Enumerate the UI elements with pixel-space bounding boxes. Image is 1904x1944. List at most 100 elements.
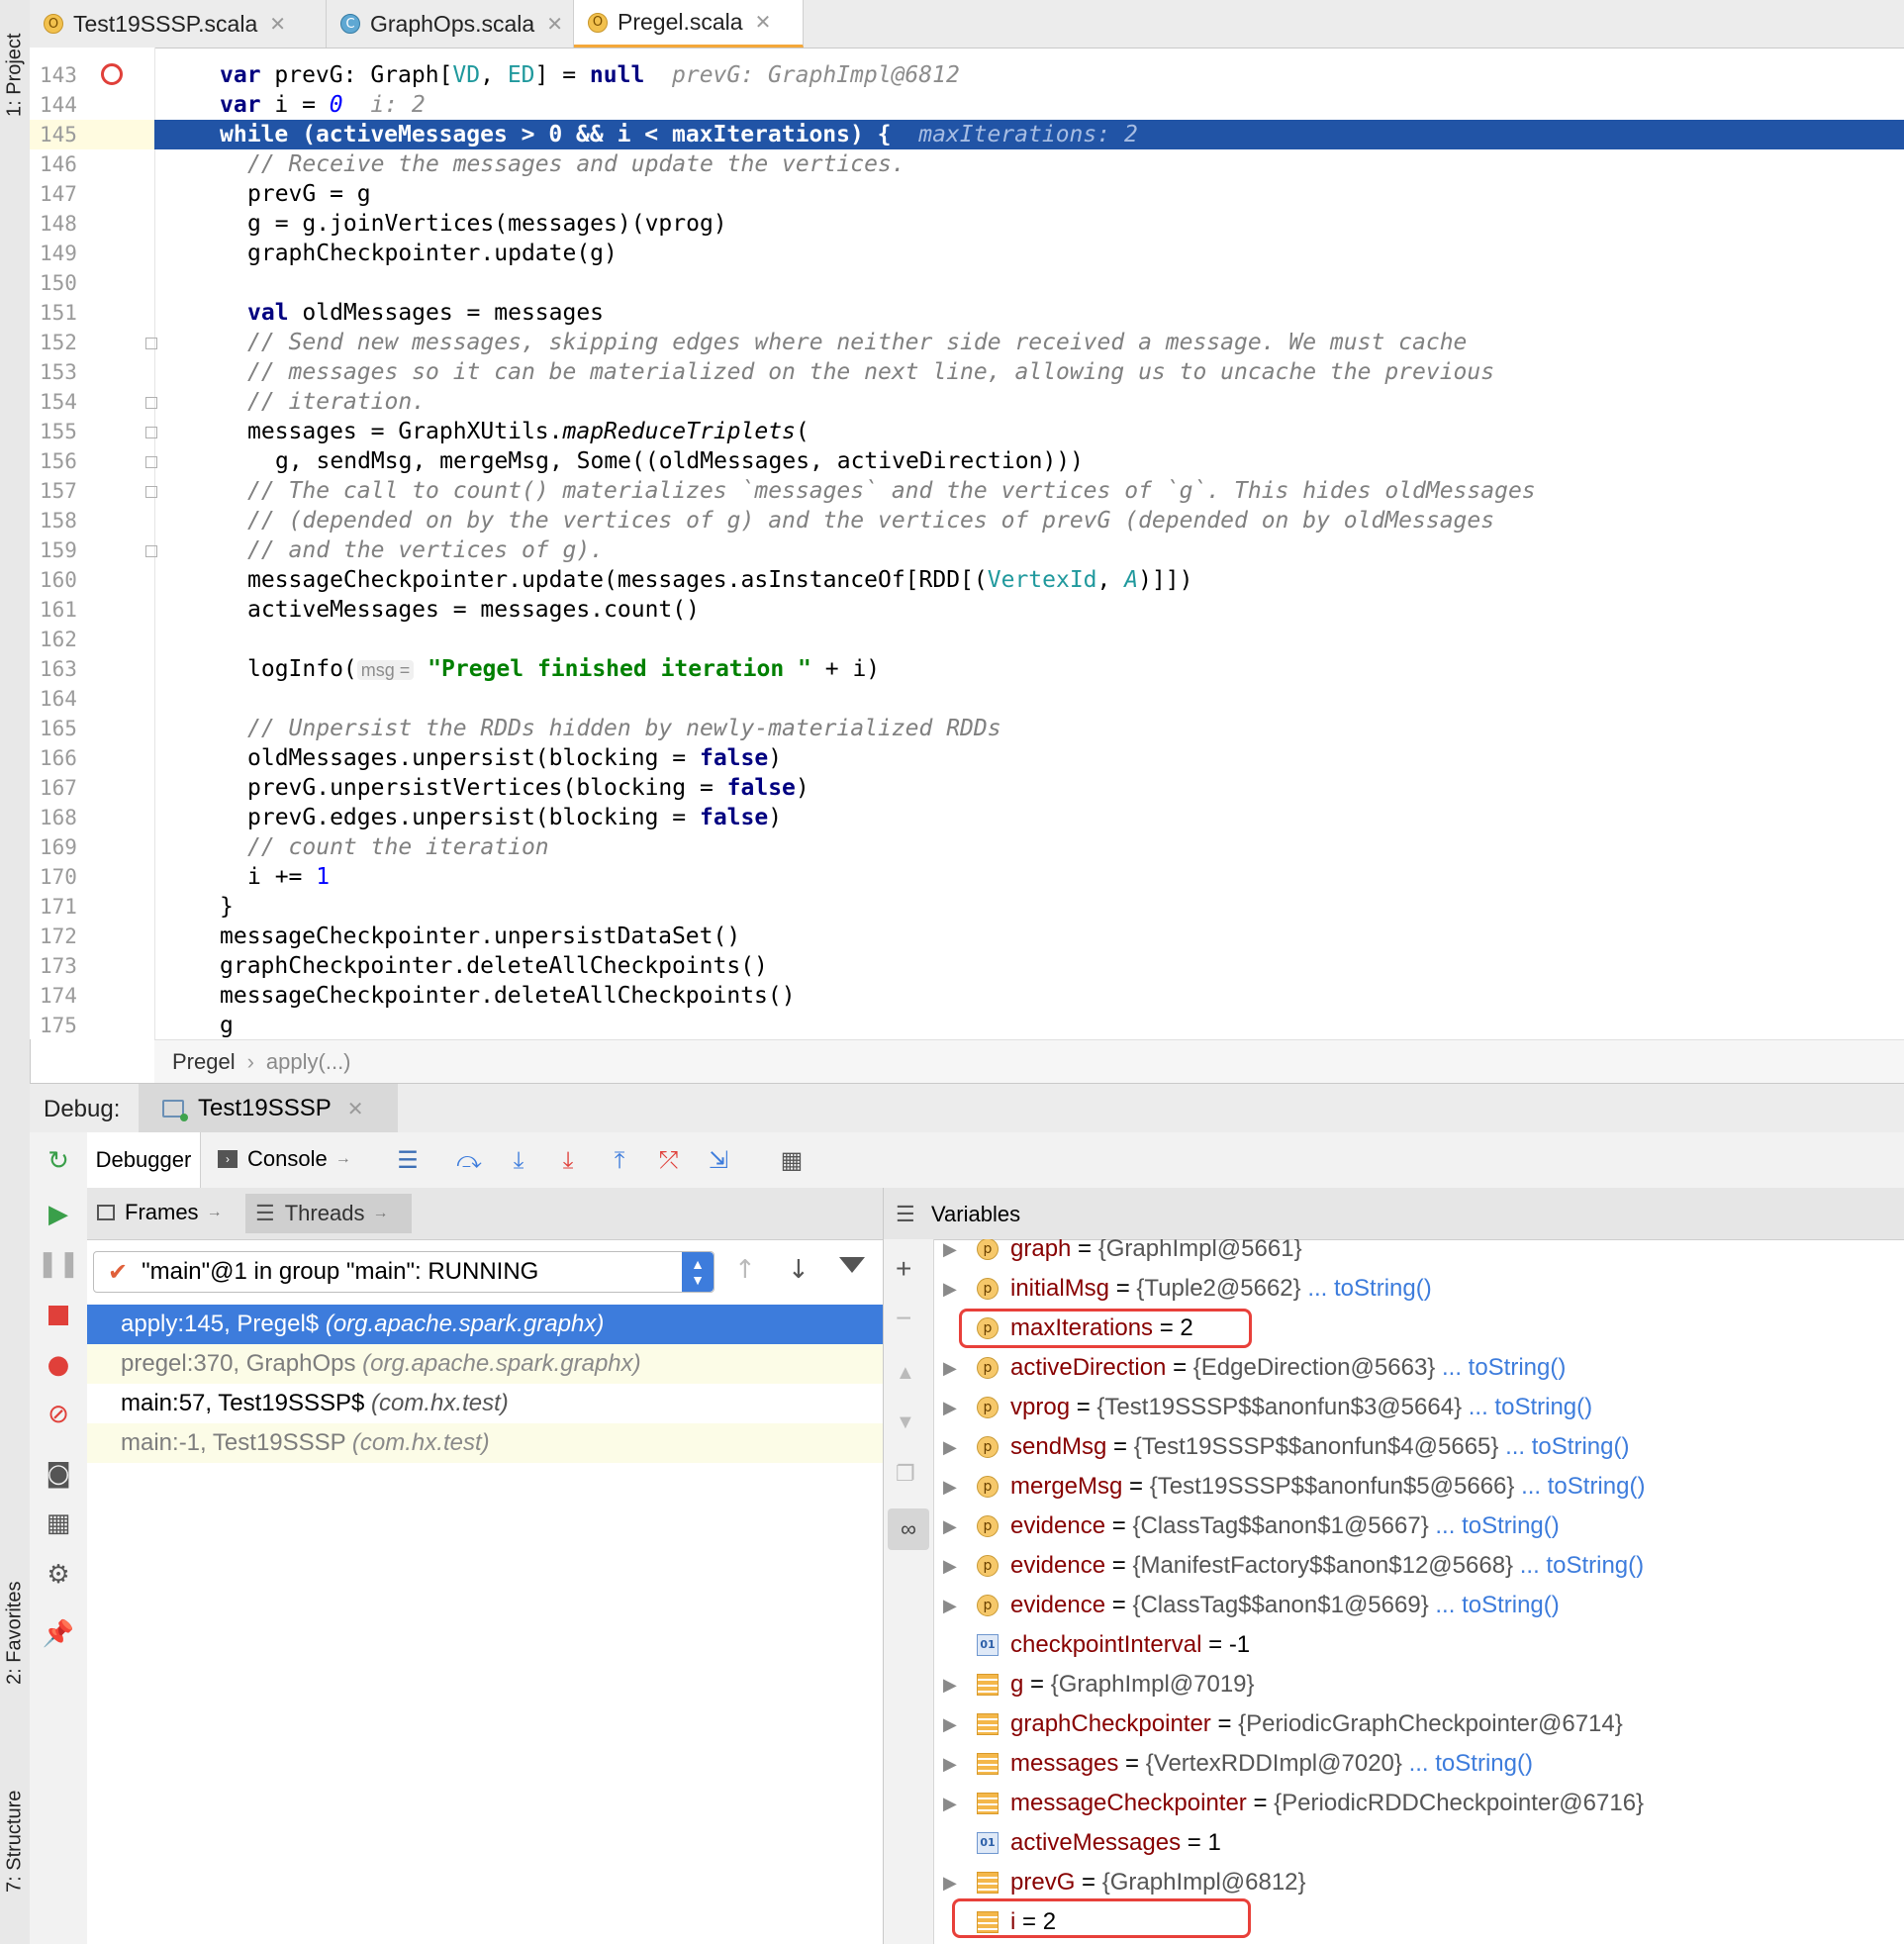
line-number: 144 (40, 93, 77, 117)
line-number: 156 (40, 449, 77, 473)
scala-class-icon: C (340, 14, 360, 34)
expand-arrow-icon[interactable]: ▶ (943, 1348, 957, 1388)
expand-arrow-icon[interactable]: ▶ (943, 1665, 957, 1704)
expand-arrow-icon[interactable]: ▶ (943, 1388, 957, 1427)
close-icon[interactable]: ✕ (269, 12, 286, 37)
evaluate-expression-icon[interactable]: ▦ (776, 1144, 808, 1176)
tostring-link[interactable]: ... toString() (1435, 1512, 1559, 1539)
tab-debugger[interactable]: Debugger (87, 1132, 201, 1188)
field-icon (977, 1753, 999, 1775)
field-icon (977, 1872, 999, 1894)
tab-test19sssp[interactable]: O Test19SSSP.scala ✕ (30, 0, 327, 48)
tab-label: GraphOps.scala (370, 10, 535, 37)
variable-value: 1 (1207, 1829, 1221, 1856)
force-step-into-icon[interactable]: ⤓ (552, 1144, 584, 1176)
variable-value: {ClassTag$$anon$1@5669} (1132, 1592, 1429, 1618)
expand-arrow-icon[interactable]: ▶ (943, 1427, 957, 1467)
code-line-151: val oldMessages = messages (247, 300, 605, 326)
drop-frame-icon[interactable]: ⤱ (653, 1144, 685, 1176)
close-icon[interactable]: ✕ (755, 10, 772, 35)
breakpoint-icon[interactable] (101, 63, 123, 85)
code-line-172: messageCheckpointer.unpersistDataSet() (220, 923, 741, 949)
variable-value: {EdgeDirection@5663} (1192, 1354, 1436, 1381)
line-number: 145 (40, 123, 77, 146)
variable-value: {ManifestFactory$$anon$12@5668} (1132, 1552, 1514, 1579)
tab-frames[interactable]: Frames → (97, 1200, 223, 1225)
expand-arrow-icon[interactable]: ▶ (943, 1744, 957, 1784)
fold-marker-icon[interactable] (145, 456, 157, 468)
code-line-175: g (220, 1013, 234, 1038)
variable-value: {GraphImpl@7019} (1050, 1671, 1255, 1698)
line-number: 165 (40, 717, 77, 740)
expand-arrow-icon[interactable]: ▶ (943, 1269, 957, 1309)
expand-arrow-icon[interactable]: ▶ (943, 1704, 957, 1744)
tab-label: Frames (125, 1200, 199, 1224)
variable-value: {GraphImpl@6812} (1101, 1869, 1306, 1895)
line-number: 162 (40, 628, 77, 651)
breadcrumb-item[interactable]: apply(...) (266, 1049, 351, 1075)
tab-console[interactable]: › Console → (218, 1146, 351, 1172)
expand-arrow-icon[interactable]: ▶ (943, 1507, 957, 1546)
variable-name: evidence (1010, 1552, 1106, 1579)
variable-value: {PeriodicGraphCheckpointer@6714} (1238, 1710, 1623, 1737)
inline-value-hint: i: 2 (370, 92, 426, 118)
close-icon[interactable]: ✕ (546, 12, 563, 37)
code-line-153: // messages so it can be materialized on… (247, 359, 1495, 385)
line-number: 161 (40, 598, 77, 622)
variable-value: {GraphImpl@5661} (1097, 1235, 1302, 1262)
tostring-link[interactable]: ... toString() (1505, 1433, 1629, 1460)
line-number: 143 (40, 63, 77, 87)
frames-threads-tabs: Frames → ☰ Threads → (87, 1188, 883, 1240)
line-number: 168 (40, 806, 77, 829)
variable-name: evidence (1010, 1592, 1106, 1618)
tab-graphops[interactable]: C GraphOps.scala ✕ (327, 0, 574, 48)
expand-arrow-icon[interactable]: ▶ (943, 1863, 957, 1902)
line-number: 154 (40, 390, 77, 414)
close-icon[interactable]: ✕ (347, 1097, 364, 1121)
variables-header: ☰ Variables (884, 1188, 1904, 1240)
debug-session-tab[interactable]: Test19SSSP ✕ (139, 1084, 398, 1133)
tostring-link[interactable]: ... toString() (1469, 1394, 1592, 1420)
tab-threads[interactable]: ☰ Threads → (245, 1194, 412, 1233)
step-into-icon[interactable]: ⤓ (503, 1144, 534, 1176)
fold-marker-icon[interactable] (145, 545, 157, 557)
project-tool-button[interactable]: 1: Project (0, 6, 30, 145)
step-over-icon[interactable]: ⤼ (453, 1144, 485, 1176)
code-line-149: graphCheckpointer.update(g) (247, 241, 618, 266)
variable-name: mergeMsg (1010, 1473, 1123, 1500)
fold-marker-icon[interactable] (145, 338, 157, 349)
line-number: 146 (40, 152, 77, 176)
pin-arrow-icon: → (372, 1205, 389, 1221)
tab-pregel[interactable]: O Pregel.scala ✕ (574, 0, 804, 48)
step-out-icon[interactable]: ⤒ (604, 1144, 635, 1176)
tostring-link[interactable]: ... toString() (1520, 1552, 1644, 1579)
tostring-link[interactable]: ... toString() (1435, 1592, 1559, 1618)
variable-name: activeDirection (1010, 1354, 1167, 1381)
line-number: 149 (40, 242, 77, 265)
code-line-169: // count the iteration (247, 834, 549, 860)
expand-arrow-icon[interactable]: ▶ (943, 1784, 957, 1823)
show-execution-point-icon[interactable]: ☰ (392, 1144, 424, 1176)
tostring-link[interactable]: ... toString() (1442, 1354, 1566, 1381)
parameter-icon: p (977, 1239, 999, 1260)
expand-arrow-icon[interactable]: ▶ (943, 1467, 957, 1507)
tostring-link[interactable]: ... toString() (1521, 1473, 1645, 1500)
resume-icon[interactable]: ▶ (44, 1200, 73, 1229)
line-number: 147 (40, 182, 77, 206)
fold-marker-icon[interactable] (145, 397, 157, 409)
code-line-143: var prevG: Graph[VD, ED] = null prevG: G… (220, 62, 960, 88)
breadcrumb-item[interactable]: Pregel (172, 1049, 236, 1075)
expand-arrow-icon[interactable]: ▶ (943, 1586, 957, 1625)
parameter-icon: p (977, 1595, 999, 1616)
fold-marker-icon[interactable] (145, 486, 157, 498)
line-number: 167 (40, 776, 77, 800)
variable-value: {Test19SSSP$$anonfun$4@5665} (1133, 1433, 1499, 1460)
rerun-icon[interactable]: ↻ (44, 1146, 73, 1176)
tostring-link[interactable]: ... toString() (1307, 1275, 1431, 1302)
run-to-cursor-icon[interactable]: ⇲ (703, 1144, 734, 1176)
expand-arrow-icon[interactable]: ▶ (943, 1546, 957, 1586)
tostring-link[interactable]: ... toString() (1409, 1750, 1533, 1777)
fold-marker-icon[interactable] (145, 427, 157, 438)
highlight-box (959, 1309, 1252, 1348)
code-line-174: messageCheckpointer.deleteAllCheckpoints… (220, 983, 796, 1009)
